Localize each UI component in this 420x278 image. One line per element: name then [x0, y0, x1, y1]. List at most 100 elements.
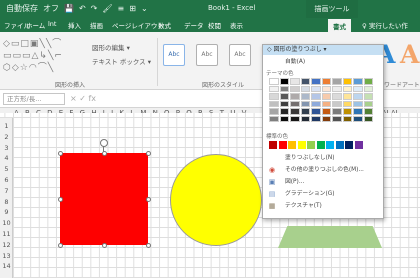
qat-item[interactable]: 自動保存: [6, 4, 38, 13]
resize-handle[interactable]: [58, 151, 63, 156]
name-box[interactable]: 正方形/長...: [3, 93, 65, 105]
qat-item[interactable]: 🖌: [102, 4, 112, 13]
theme-color-swatch[interactable]: [300, 115, 310, 122]
standard-color-swatch[interactable]: [307, 141, 315, 149]
ribbon-tab[interactable]: 校閲: [208, 20, 221, 30]
theme-color-swatch[interactable]: [342, 108, 352, 115]
theme-color-swatch[interactable]: [290, 108, 300, 115]
theme-color-swatch[interactable]: [311, 93, 321, 100]
theme-color-swatch[interactable]: [311, 108, 321, 115]
row-number[interactable]: 12: [0, 241, 13, 249]
theme-color-swatch[interactable]: [363, 100, 373, 107]
theme-color-swatch[interactable]: [311, 100, 321, 107]
green-trapezoid-shape[interactable]: [278, 226, 382, 248]
more-fill-colors-item[interactable]: その他の塗りつぶしの色(M)...: [263, 165, 383, 175]
theme-color-swatch[interactable]: [279, 78, 289, 85]
edit-shape-button[interactable]: 図形の編集 ▾: [92, 42, 130, 52]
theme-color-swatch[interactable]: [279, 100, 289, 107]
ribbon-tab[interactable]: ♀ 実行したい作: [362, 20, 408, 30]
ribbon-tab[interactable]: 描画: [90, 20, 103, 30]
theme-color-swatch[interactable]: [342, 93, 352, 100]
theme-color-swatch[interactable]: [290, 85, 300, 92]
theme-color-palette[interactable]: [269, 78, 373, 122]
row-number[interactable]: 10: [0, 219, 13, 227]
row-number[interactable]: 11: [0, 230, 13, 238]
row-number[interactable]: 7: [0, 187, 13, 195]
theme-color-swatch[interactable]: [321, 108, 331, 115]
ribbon-tab[interactable]: lnt: [48, 20, 56, 28]
theme-color-swatch[interactable]: [269, 108, 279, 115]
rotation-handle[interactable]: [100, 139, 108, 147]
theme-color-swatch[interactable]: [269, 115, 279, 122]
standard-color-swatch[interactable]: [288, 141, 296, 149]
theme-color-swatch[interactable]: [279, 115, 289, 122]
row-number[interactable]: 8: [0, 198, 13, 206]
theme-color-swatch[interactable]: [290, 78, 300, 85]
shape-style-preset-3[interactable]: Abc: [229, 44, 251, 66]
theme-color-swatch[interactable]: [342, 78, 352, 85]
row-number[interactable]: 9: [0, 208, 13, 216]
standard-color-palette[interactable]: [269, 141, 363, 149]
theme-color-swatch[interactable]: [269, 85, 279, 92]
theme-color-swatch[interactable]: [332, 85, 342, 92]
theme-color-swatch[interactable]: [363, 85, 373, 92]
shapes-gallery-row[interactable]: ⬡◇☆◠⌒╲: [3, 62, 91, 74]
theme-color-swatch[interactable]: [300, 108, 310, 115]
theme-color-swatch[interactable]: [353, 78, 363, 85]
resize-handle[interactable]: [58, 243, 63, 248]
theme-color-swatch[interactable]: [363, 78, 373, 85]
standard-color-swatch[interactable]: [345, 141, 353, 149]
standard-color-swatch[interactable]: [278, 141, 287, 149]
wordart-style-orange[interactable]: A: [400, 40, 419, 69]
theme-color-swatch[interactable]: [332, 93, 342, 100]
resize-handle[interactable]: [102, 243, 107, 248]
text-box-button[interactable]: テキスト ボックス ▾: [92, 56, 151, 66]
theme-color-swatch[interactable]: [311, 78, 321, 85]
red-rectangle-shape[interactable]: [60, 153, 148, 245]
yellow-circle-shape[interactable]: [170, 154, 262, 246]
theme-color-swatch[interactable]: [290, 93, 300, 100]
shapes-gallery-row[interactable]: ◇▭□▣╲╲⌒: [3, 38, 91, 50]
standard-color-swatch[interactable]: [354, 141, 363, 149]
row-number[interactable]: 13: [0, 252, 13, 260]
resize-handle[interactable]: [58, 197, 63, 202]
ribbon-tab[interactable]: ページレイアウト: [112, 20, 164, 30]
qat-item[interactable]: ≡: [118, 4, 125, 13]
standard-color-swatch[interactable]: [316, 141, 325, 149]
resize-handle[interactable]: [146, 151, 151, 156]
qat-item[interactable]: ⌄: [141, 4, 148, 13]
theme-color-swatch[interactable]: [332, 78, 342, 85]
theme-color-swatch[interactable]: [363, 115, 373, 122]
theme-color-swatch[interactable]: [321, 93, 331, 100]
standard-color-swatch[interactable]: [335, 141, 344, 149]
resize-handle[interactable]: [102, 151, 107, 156]
theme-color-swatch[interactable]: [342, 115, 352, 122]
theme-color-swatch[interactable]: [300, 100, 310, 107]
theme-color-swatch[interactable]: [321, 115, 331, 122]
row-number[interactable]: 1: [0, 122, 13, 130]
theme-color-swatch[interactable]: [342, 85, 352, 92]
shapes-gallery[interactable]: ◇▭□▣╲╲⌒ ▭▭▭△↳╲⌐ ⬡◇☆◠⌒╲: [3, 38, 91, 74]
theme-color-swatch[interactable]: [363, 108, 373, 115]
theme-color-swatch[interactable]: [353, 108, 363, 115]
qat-item[interactable]: ↷: [91, 4, 98, 13]
ribbon-tab[interactable]: 表示: [230, 20, 243, 30]
theme-color-swatch[interactable]: [353, 93, 363, 100]
auto-color-item[interactable]: 自動(A): [263, 57, 383, 67]
ribbon-tab[interactable]: データ: [184, 20, 204, 30]
shape-style-preset-1[interactable]: Abc: [163, 44, 185, 66]
theme-color-swatch[interactable]: [332, 108, 342, 115]
no-fill-item[interactable]: 塗りつぶしなし(N): [263, 153, 383, 163]
theme-color-swatch[interactable]: [269, 78, 279, 85]
theme-color-swatch[interactable]: [300, 78, 310, 85]
theme-color-swatch[interactable]: [353, 85, 363, 92]
row-number[interactable]: 5: [0, 165, 13, 173]
qat-item[interactable]: オフ: [43, 4, 59, 13]
row-number[interactable]: 6: [0, 176, 13, 184]
quick-access-toolbar[interactable]: 自動保存 オフ 💾 ↶ ↷ 🖌 ≡ ⊞ ⌄: [6, 3, 153, 14]
theme-color-swatch[interactable]: [279, 108, 289, 115]
theme-color-swatch[interactable]: [300, 85, 310, 92]
theme-color-swatch[interactable]: [363, 93, 373, 100]
theme-color-swatch[interactable]: [279, 85, 289, 92]
row-number[interactable]: 2: [0, 133, 13, 141]
